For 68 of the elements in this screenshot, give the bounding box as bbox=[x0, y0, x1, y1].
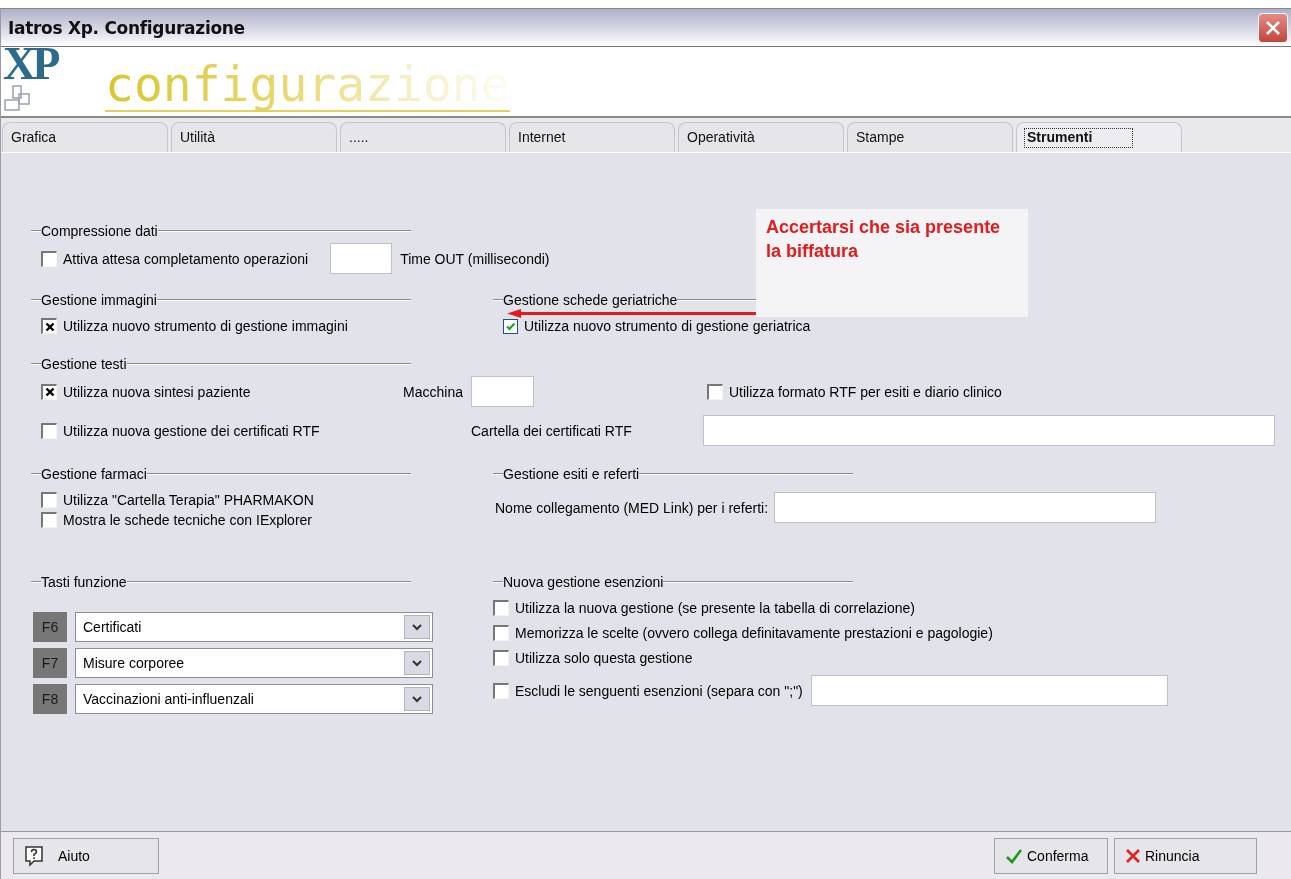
close-button[interactable] bbox=[1258, 12, 1288, 43]
checkbox-label: Memorizza le scelte (ovvero collega definitavamente prestazioni e pagologie) bbox=[515, 625, 993, 641]
checkbox-label: Utilizza solo questa gestione bbox=[515, 650, 693, 666]
tab[interactable]: Operatività bbox=[678, 122, 844, 152]
checkbox[interactable] bbox=[41, 383, 57, 400]
group-heading: Gestione schede geriatriche bbox=[503, 292, 678, 308]
tab[interactable]: Strumenti bbox=[1016, 122, 1182, 152]
checkbox-label: Utilizza la nuova gestione (se presente la tabella di correlazione) bbox=[515, 600, 915, 616]
chevron-down-icon bbox=[412, 659, 422, 667]
function-key-dropdown[interactable]: Certificati bbox=[75, 612, 433, 642]
group-heading: Gestione testi bbox=[41, 356, 127, 372]
folder-field[interactable] bbox=[703, 415, 1275, 446]
checkbox[interactable] bbox=[493, 600, 509, 616]
timeout-label: Time OUT (millisecondi) bbox=[400, 250, 550, 267]
machine-field[interactable] bbox=[471, 376, 534, 407]
checkbox[interactable] bbox=[41, 492, 57, 508]
function-key-label: F8 bbox=[33, 684, 67, 714]
function-key-label: F7 bbox=[33, 648, 67, 678]
chevron-down-icon bbox=[412, 695, 422, 703]
annotation-note: Accertarsi che sia presente la biffatura bbox=[756, 209, 1028, 317]
checkbox[interactable] bbox=[41, 318, 57, 334]
checkbox-label: Utilizza nuovo strumento di gestione geriatrica bbox=[524, 318, 811, 334]
checkbox[interactable] bbox=[493, 625, 509, 641]
checkbox-label: Mostra le schede tecniche con IExplorer bbox=[63, 512, 312, 528]
tab[interactable]: Grafica bbox=[2, 122, 168, 152]
function-key-label: F6 bbox=[33, 612, 67, 642]
function-key-dropdown[interactable]: Misure corporee bbox=[75, 648, 433, 678]
group-heading: Compressione dati bbox=[41, 223, 158, 239]
tab[interactable]: ..... bbox=[340, 122, 506, 152]
checkbox-label: Escludi le senguenti esenzioni (separa con ";") bbox=[515, 682, 803, 699]
link-name-field[interactable] bbox=[774, 492, 1157, 523]
close-icon bbox=[1265, 19, 1281, 36]
group-heading: Gestione farmaci bbox=[41, 466, 147, 482]
checkbox-label: Utilizza nuova sintesi paziente bbox=[63, 383, 251, 400]
link-name-label: Nome collegamento (MED Link) per i referti: bbox=[495, 499, 769, 516]
checkbox-label: Utilizza formato RTF per esiti e diario clinico bbox=[729, 383, 1002, 400]
group-heading: Gestione esiti e referti bbox=[503, 466, 640, 482]
help-button[interactable]: Aiuto bbox=[13, 837, 159, 874]
machine-label: Macchina bbox=[403, 383, 463, 400]
confirm-button[interactable]: Conferma bbox=[994, 837, 1108, 874]
checkbox-label: Utilizza "Cartella Terapia" PHARMAKON bbox=[63, 492, 314, 508]
checkbox[interactable] bbox=[707, 383, 723, 400]
checkbox-label: Attiva attesa completamento operazioni bbox=[63, 250, 309, 267]
function-key-dropdown[interactable]: Vaccinazioni anti-influenzali bbox=[75, 684, 433, 714]
logo-text: XP bbox=[3, 44, 58, 84]
group-heading: Gestione immagini bbox=[41, 292, 157, 308]
folder-label: Cartella dei certificati RTF bbox=[471, 422, 632, 439]
tab[interactable]: Internet bbox=[509, 122, 675, 152]
checkbox[interactable] bbox=[493, 682, 509, 699]
cancel-button[interactable]: Rinuncia bbox=[1114, 837, 1257, 874]
chevron-down-icon bbox=[412, 623, 422, 631]
group-heading: Nuova gestione esenzioni bbox=[503, 574, 664, 590]
exemptions-field[interactable] bbox=[810, 675, 1168, 706]
cross-icon bbox=[1125, 847, 1141, 864]
checkmark-icon bbox=[1005, 847, 1023, 864]
group-heading: Tasti funzione bbox=[41, 574, 127, 590]
tab[interactable]: Utilità bbox=[171, 122, 337, 152]
checkbox-label: Utilizza nuova gestione dei certificati RTF bbox=[63, 422, 320, 439]
timeout-field[interactable] bbox=[330, 243, 393, 274]
checkbox[interactable] bbox=[41, 422, 57, 439]
checkbox[interactable] bbox=[493, 650, 509, 666]
checkbox-label: Utilizza nuovo strumento di gestione immagini bbox=[63, 318, 348, 334]
checkbox[interactable] bbox=[503, 318, 518, 334]
help-icon bbox=[25, 845, 43, 867]
checkbox[interactable] bbox=[41, 512, 57, 528]
checkbox[interactable] bbox=[41, 250, 57, 267]
tab[interactable]: Stampe bbox=[847, 122, 1013, 152]
window-title: Iatros Xp. Configurazione bbox=[8, 17, 245, 38]
